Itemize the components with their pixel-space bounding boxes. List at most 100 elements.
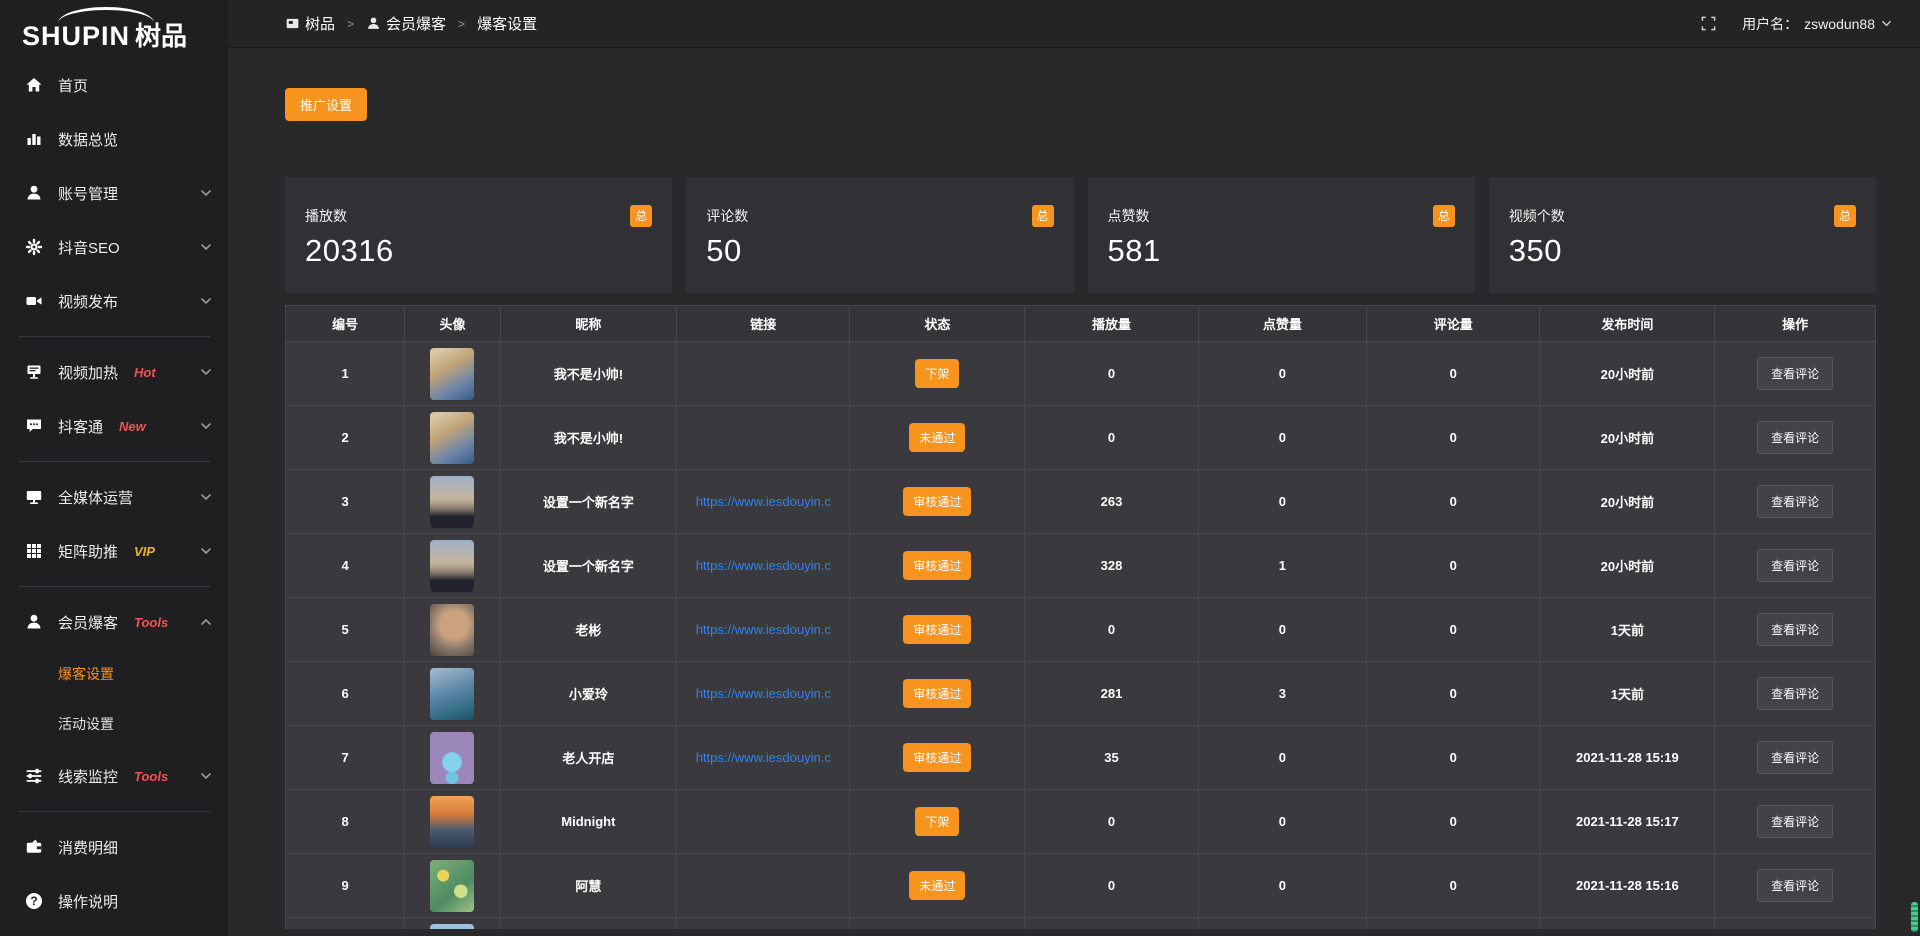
sidebar-divider xyxy=(18,586,210,587)
sidebar-item-label: 数据总览 xyxy=(58,129,118,150)
view-comments-button[interactable]: 查看评论 xyxy=(1757,549,1833,582)
column-header-5: 播放量 xyxy=(1025,306,1198,342)
status-badge[interactable]: 未通过 xyxy=(909,423,965,452)
sidebar-item-2[interactable]: 账号管理 xyxy=(0,166,228,220)
cell-time: 20小时前 xyxy=(1540,534,1715,598)
breadcrumb-item-0[interactable]: 树品 xyxy=(285,13,335,34)
stat-cards: 播放数总20316评论数总50点赞数总581视频个数总350 xyxy=(285,177,1876,293)
status-badge[interactable]: 审核通过 xyxy=(903,615,971,644)
status-badge[interactable]: 未通过 xyxy=(909,871,965,900)
sidebar-item-label: 消费明细 xyxy=(58,837,118,858)
breadcrumb-separator: > xyxy=(458,17,465,31)
view-comments-button[interactable]: 查看评论 xyxy=(1757,421,1833,454)
user-icon xyxy=(366,16,381,31)
video-link[interactable]: https://www.iesdouyin.c xyxy=(696,686,831,701)
status-badge[interactable]: 审核通过 xyxy=(903,679,971,708)
cell-action: 查看评论 xyxy=(1715,662,1876,726)
status-badge[interactable]: 审核通过 xyxy=(903,551,971,580)
view-comments-button[interactable]: 查看评论 xyxy=(1757,485,1833,518)
cell-comments: 0 xyxy=(1367,854,1540,918)
cell-time: 2021-11-28 15:17 xyxy=(1540,790,1715,854)
cell-link xyxy=(677,854,850,918)
sidebar-item-6[interactable]: 视频加热Hot xyxy=(0,345,228,399)
gear-icon xyxy=(24,238,44,256)
cell-time: 2021-11-28 15:19 xyxy=(1540,726,1715,790)
cell-likes: 0 xyxy=(1198,470,1367,534)
video-link[interactable]: https://www.iesdouyin.c xyxy=(696,622,831,637)
video-link[interactable]: https://www.iesdouyin.c xyxy=(696,558,831,573)
sidebar-item-4[interactable]: 视频发布 xyxy=(0,274,228,328)
cell-nickname: 设置一个新名字 xyxy=(500,470,676,534)
cell-id: 6 xyxy=(286,662,405,726)
cell-status: 未通过 xyxy=(850,406,1025,470)
cell-status: 审核通过 xyxy=(850,598,1025,662)
promo-settings-button[interactable]: 推广设置 xyxy=(285,88,367,121)
status-badge[interactable]: 下架 xyxy=(915,359,959,388)
topbar: 树品 > 会员爆客 > 爆客设置 用户名：zswodun88 xyxy=(228,0,1920,48)
sidebar-item-12[interactable]: 会员爆客Tools xyxy=(0,595,228,649)
cell-comments: 0 xyxy=(1367,470,1540,534)
total-badge: 总 xyxy=(1032,205,1054,227)
topbar-right: 用户名：zswodun88 xyxy=(1701,14,1892,34)
cell xyxy=(677,918,850,930)
column-header-3: 链接 xyxy=(677,306,850,342)
cell-avatar xyxy=(405,470,500,534)
chevron-down-icon xyxy=(200,241,212,253)
video-link[interactable]: https://www.iesdouyin.c xyxy=(696,750,831,765)
view-comments-button[interactable]: 查看评论 xyxy=(1757,741,1833,774)
table-row: 1我不是小帅!下架00020小时前查看评论 xyxy=(286,342,1876,406)
view-comments-button[interactable]: 查看评论 xyxy=(1757,677,1833,710)
view-comments-button[interactable]: 查看评论 xyxy=(1757,613,1833,646)
sidebar-subitem-0[interactable]: 爆客设置 xyxy=(0,649,228,699)
sidebar-item-1[interactable]: 数据总览 xyxy=(0,112,228,166)
cell-status: 未通过 xyxy=(850,854,1025,918)
chevron-down-icon xyxy=(200,491,212,503)
cell-plays: 0 xyxy=(1025,790,1198,854)
app-logo: SHUPIN树品 xyxy=(0,0,228,58)
sidebar-item-7[interactable]: 抖客通New xyxy=(0,399,228,453)
breadcrumb-label: 爆客设置 xyxy=(477,13,537,34)
cell-time: 20小时前 xyxy=(1540,470,1715,534)
username-menu[interactable]: 用户名：zswodun88 xyxy=(1742,14,1892,34)
stat-card-value: 20316 xyxy=(305,233,652,269)
status-badge[interactable]: 下架 xyxy=(915,807,959,836)
breadcrumb-separator: > xyxy=(347,17,354,31)
app-window: SHUPIN树品 首页数据总览账号管理抖音SEO视频发布视频加热Hot抖客通Ne… xyxy=(0,0,1920,936)
video-link[interactable]: https://www.iesdouyin.c xyxy=(696,494,831,509)
view-comments-button[interactable]: 查看评论 xyxy=(1757,805,1833,838)
cell-plays: 281 xyxy=(1025,662,1198,726)
sidebar-item-0[interactable]: 首页 xyxy=(0,58,228,112)
table-row: 3设置一个新名字https://www.iesdouyin.c审核通过26300… xyxy=(286,470,1876,534)
cell-id: 2 xyxy=(286,406,405,470)
cell-status: 下架 xyxy=(850,342,1025,406)
status-badge[interactable]: 审核通过 xyxy=(903,487,971,516)
view-comments-button[interactable]: 查看评论 xyxy=(1757,357,1833,390)
sidebar-item-3[interactable]: 抖音SEO xyxy=(0,220,228,274)
scrollbar-thumb[interactable] xyxy=(1911,902,1918,932)
sidebar-item-label: 视频加热 xyxy=(58,362,118,383)
cell-plays: 263 xyxy=(1025,470,1198,534)
wallet-icon xyxy=(24,838,44,856)
sidebar-subitem-1[interactable]: 活动设置 xyxy=(0,699,228,749)
heat-icon xyxy=(24,363,44,381)
cell-link: https://www.iesdouyin.c xyxy=(677,662,850,726)
breadcrumb-item-2[interactable]: 爆客设置 xyxy=(477,13,537,34)
avatar xyxy=(430,732,474,784)
breadcrumb-item-1[interactable]: 会员爆客 xyxy=(366,13,446,34)
sidebar-item-13[interactable]: 线索监控Tools xyxy=(0,749,228,803)
cell-comments: 0 xyxy=(1367,726,1540,790)
fullscreen-icon[interactable] xyxy=(1701,16,1716,31)
sidebar-item-10[interactable]: 矩阵助推VIP xyxy=(0,524,228,578)
sidebar: SHUPIN树品 首页数据总览账号管理抖音SEO视频发布视频加热Hot抖客通Ne… xyxy=(0,0,228,936)
avatar xyxy=(430,924,474,930)
sidebar-item-16[interactable]: ?操作说明 xyxy=(0,874,228,928)
column-header-2: 昵称 xyxy=(500,306,676,342)
chat-icon xyxy=(24,417,44,435)
sidebar-item-9[interactable]: 全媒体运营 xyxy=(0,470,228,524)
cell-plays: 0 xyxy=(1025,342,1198,406)
status-badge[interactable]: 审核通过 xyxy=(903,743,971,772)
sidebar-divider xyxy=(18,811,210,812)
sidebar-item-15[interactable]: 消费明细 xyxy=(0,820,228,874)
stat-card-header: 点赞数总 xyxy=(1108,205,1455,227)
view-comments-button[interactable]: 查看评论 xyxy=(1757,869,1833,902)
